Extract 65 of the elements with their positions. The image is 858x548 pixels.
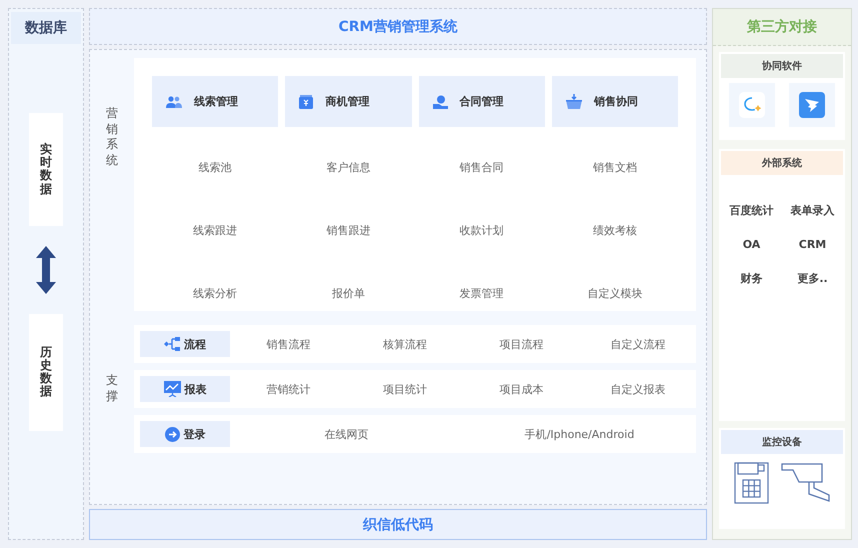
system-label: 表单录入 bbox=[790, 203, 834, 218]
system-label: 财务 bbox=[740, 271, 762, 286]
module-item: 自定义模块 bbox=[587, 286, 642, 301]
module-item: 报价单 bbox=[332, 286, 365, 301]
module-item: 销售合同 bbox=[460, 160, 504, 175]
section-title: 监控设备 bbox=[762, 436, 802, 449]
double-arrow-icon bbox=[35, 246, 57, 294]
support-title: 流程 bbox=[184, 336, 206, 352]
flowchart-icon bbox=[164, 336, 180, 352]
module-title: 线索管理 bbox=[194, 94, 238, 109]
wing-app-icon[interactable] bbox=[789, 83, 835, 127]
module-header[interactable]: 销售协同 bbox=[552, 76, 678, 127]
data-label: 历史数据 bbox=[40, 346, 52, 398]
section-label: 支撑 bbox=[106, 373, 118, 405]
module-item: 客户信息 bbox=[326, 160, 370, 175]
cctv-camera-icon bbox=[780, 462, 830, 502]
module-item: 收款计划 bbox=[460, 223, 504, 238]
module-item: 销售跟进 bbox=[326, 223, 370, 238]
system-label: CRM bbox=[798, 238, 826, 251]
section-title: 协同软件 bbox=[762, 60, 802, 73]
support-item: 项目流程 bbox=[499, 336, 544, 352]
arrow-circle-icon bbox=[164, 426, 180, 442]
section-title: 外部系统 bbox=[762, 156, 802, 170]
support-item: 核算流程 bbox=[382, 336, 427, 352]
support-item: 手机/Iphone/Android bbox=[524, 426, 634, 442]
platform-title: 织信低代码 bbox=[363, 516, 433, 534]
module-item: 线索跟进 bbox=[193, 223, 238, 238]
support-item: 自定义报表 bbox=[610, 382, 666, 396]
wallet-icon bbox=[299, 94, 314, 108]
system-title: CRM营销管理系统 bbox=[338, 18, 458, 36]
module-item: 发票管理 bbox=[460, 286, 504, 301]
support-title: 登录 bbox=[184, 426, 206, 442]
system-label: OA bbox=[742, 238, 760, 251]
module-title: 合同管理 bbox=[460, 94, 504, 109]
system-label: 百度统计 bbox=[730, 203, 774, 218]
support-title: 报表 bbox=[184, 382, 206, 396]
module-header[interactable]: 合同管理 bbox=[418, 76, 545, 127]
module-header[interactable]: 商机管理 bbox=[285, 76, 412, 127]
third-party-title: 第三方对接 bbox=[747, 18, 817, 36]
support-item: 营销统计 bbox=[266, 382, 310, 396]
basket-icon bbox=[566, 94, 582, 109]
module-header[interactable]: 线索管理 bbox=[152, 76, 278, 127]
support-header[interactable]: 登录 bbox=[140, 421, 230, 447]
support-item: 项目统计 bbox=[382, 382, 427, 396]
support-item: 自定义流程 bbox=[610, 336, 666, 352]
support-item: 销售流程 bbox=[266, 336, 310, 352]
support-item: 在线网页 bbox=[324, 426, 368, 442]
section-label: 营销系统 bbox=[106, 106, 118, 168]
support-header[interactable]: 流程 bbox=[140, 331, 230, 357]
support-header[interactable]: 报表 bbox=[140, 376, 230, 402]
module-title: 销售协同 bbox=[594, 94, 638, 109]
module-item: 销售文档 bbox=[592, 160, 637, 175]
module-title: 商机管理 bbox=[325, 94, 370, 109]
module-item: 线索分析 bbox=[193, 286, 238, 301]
system-label: 更多.. bbox=[797, 271, 828, 286]
module-item: 线索池 bbox=[198, 160, 232, 175]
module-item: 绩效考核 bbox=[592, 223, 637, 238]
people-icon bbox=[166, 96, 182, 108]
chat-app-icon[interactable] bbox=[729, 83, 775, 127]
hand-coin-icon bbox=[432, 94, 448, 108]
access-terminal-icon bbox=[734, 462, 768, 504]
support-item: 项目成本 bbox=[499, 382, 544, 396]
chart-board-icon bbox=[164, 381, 180, 397]
data-label: 实时数据 bbox=[40, 143, 52, 196]
database-title: 数据库 bbox=[25, 19, 67, 37]
